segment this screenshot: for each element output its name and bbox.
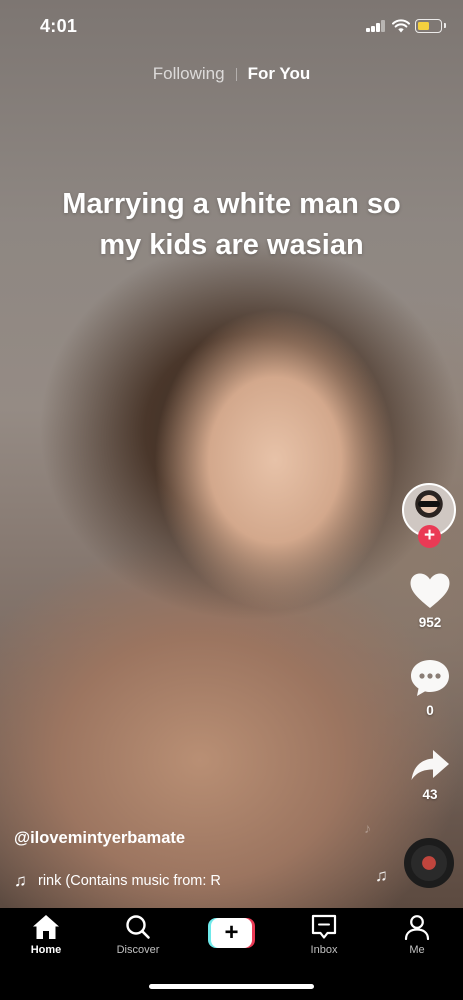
nav-inbox[interactable]: Inbox (289, 914, 359, 956)
avatar-sunglasses (418, 501, 440, 507)
like-count: 952 (418, 615, 442, 630)
profile-icon (404, 915, 430, 940)
caption-line-2: my kids are wasian (99, 229, 364, 261)
home-indicator (149, 984, 314, 989)
heart-icon (410, 573, 450, 608)
status-bar: 4:01 (0, 0, 463, 50)
nav-discover[interactable]: Discover (103, 914, 173, 956)
share-arrow-icon (411, 750, 449, 780)
create-video-button[interactable]: + (208, 918, 255, 948)
bottom-navigation: Home Discover + Inbox Me (0, 908, 463, 1000)
nav-discover-label: Discover (116, 944, 160, 956)
feed-tabs: Following For You (0, 62, 463, 86)
comment-count: 0 (426, 703, 434, 718)
signal-icon (366, 20, 386, 32)
plus-icon: + (211, 918, 252, 948)
music-disc-icon[interactable] (404, 838, 454, 888)
follow-button[interactable]: + (418, 525, 441, 548)
video-player[interactable] (0, 0, 463, 908)
floating-music-note-icon: ♪ (364, 820, 371, 836)
search-icon (126, 915, 150, 939)
share-count: 43 (422, 787, 438, 802)
share-button[interactable]: 43 (401, 748, 459, 802)
music-info[interactable]: ♫ rink (Contains music from: R (14, 871, 244, 891)
music-title: rink (Contains music from: R (38, 873, 221, 889)
floating-music-note-icon: ♫ (375, 866, 388, 885)
battery-icon (415, 19, 446, 33)
caption-line-1: Marrying a white man so (62, 188, 401, 220)
status-time: 4:01 (40, 16, 78, 36)
nav-home-label: Home (30, 944, 62, 956)
nav-me-label: Me (409, 944, 425, 956)
comment-icon (411, 660, 449, 696)
battery-level (418, 22, 429, 30)
nav-home[interactable]: Home (11, 914, 81, 956)
like-button[interactable]: 952 (401, 572, 459, 630)
inbox-icon (311, 914, 337, 939)
tab-divider (235, 67, 237, 81)
creator-username[interactable]: @ilovemintyerbamate (14, 829, 185, 848)
wifi-icon (392, 19, 410, 33)
music-note-icon: ♫ (14, 871, 27, 890)
home-icon (33, 915, 59, 939)
nav-inbox-label: Inbox (310, 944, 338, 956)
comment-button[interactable]: 0 (401, 658, 459, 718)
video-caption: Marrying a white man so my kids are wasi… (20, 184, 443, 266)
tab-following[interactable]: Following (153, 64, 225, 84)
tab-for-you[interactable]: For You (248, 64, 311, 84)
tiktok-feed-screen: 4:01 Following For You Marrying a white … (0, 0, 463, 1000)
nav-me[interactable]: Me (382, 914, 452, 956)
